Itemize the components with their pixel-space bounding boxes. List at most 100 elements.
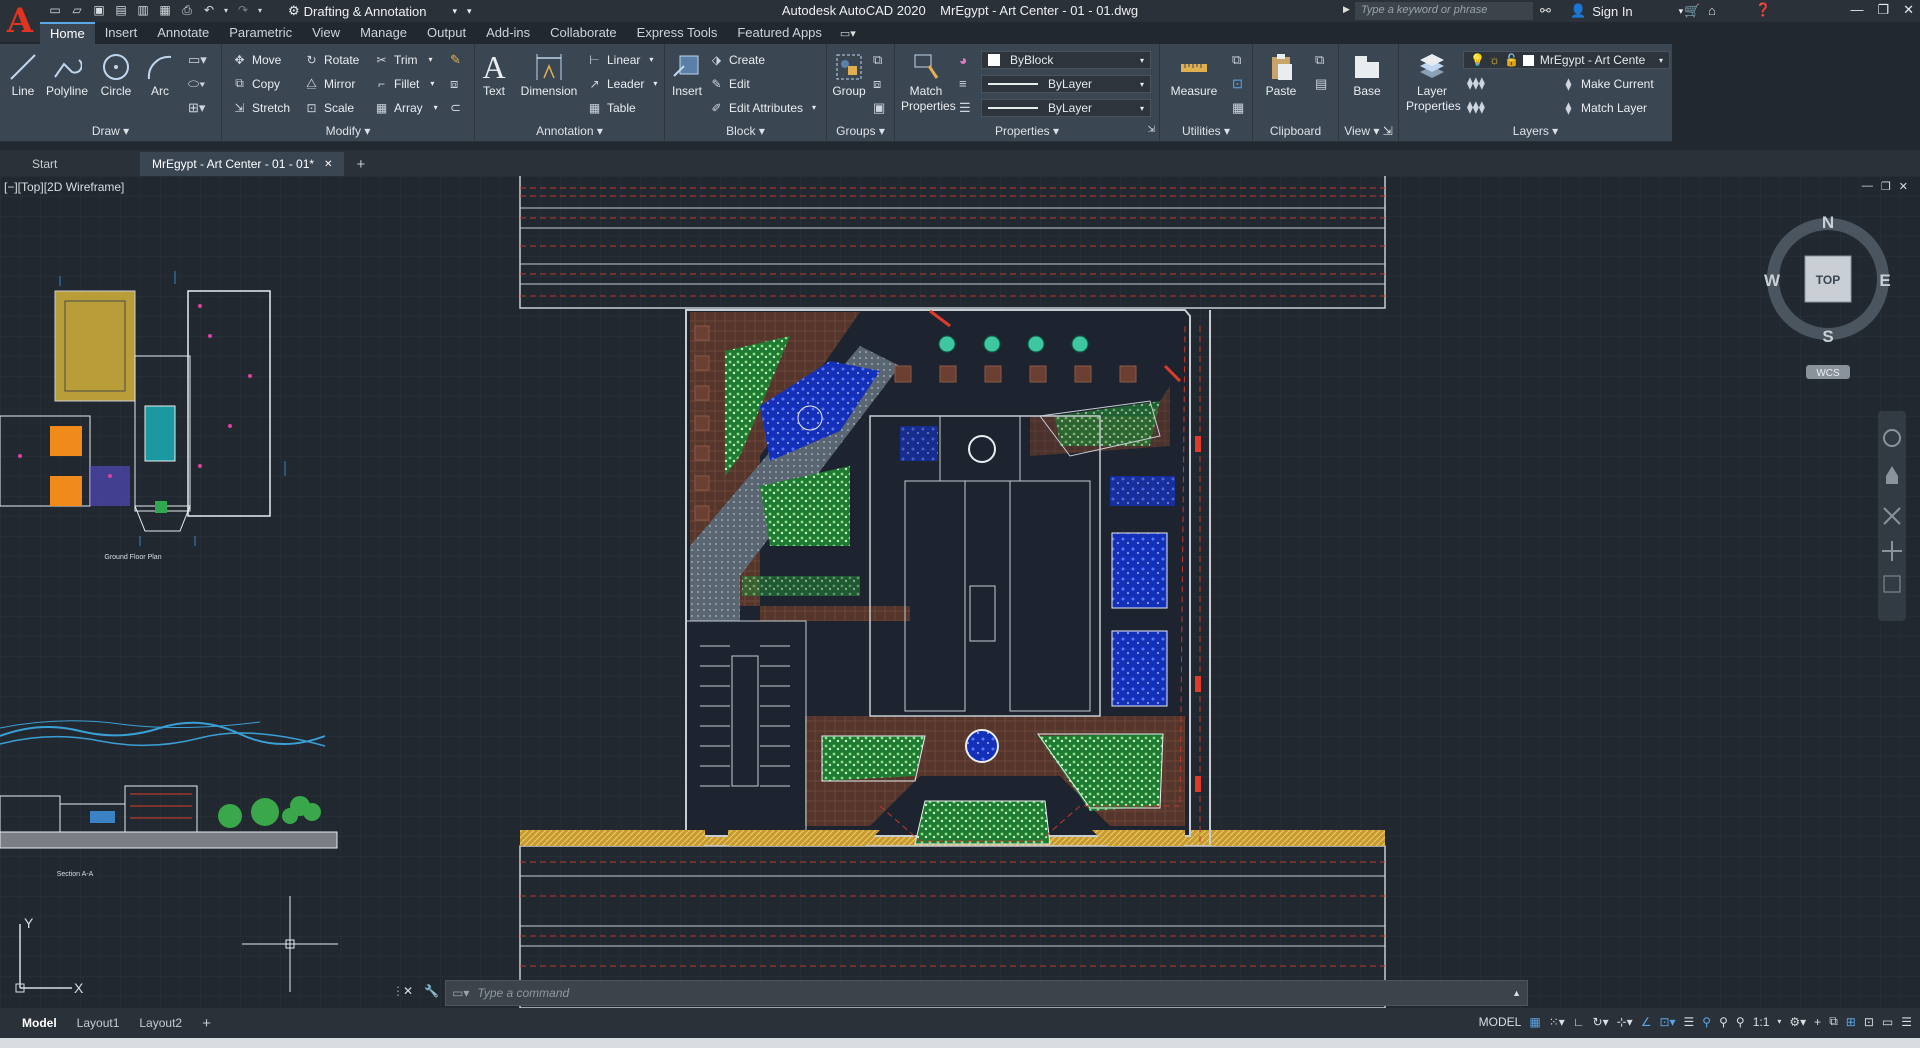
- linetype-dropdown[interactable]: ByLayer ▾: [981, 99, 1151, 117]
- paste-button[interactable]: Paste: [1259, 50, 1303, 98]
- lineweight-dropdown[interactable]: ByLayer ▾: [981, 75, 1151, 93]
- ribbon-toggle-icon[interactable]: ▭▾: [840, 27, 856, 40]
- tab-model[interactable]: Model: [12, 1012, 67, 1034]
- undo-icon[interactable]: ↶: [200, 2, 218, 18]
- ungroup-icon[interactable]: ⧉: [873, 52, 882, 68]
- workspace-gear-icon[interactable]: ⚙▾: [1789, 1015, 1806, 1029]
- tab-insert[interactable]: Insert: [95, 22, 148, 44]
- annotation-visibility-icon[interactable]: ⚲: [1702, 1015, 1711, 1029]
- compass-west[interactable]: W: [1764, 271, 1781, 290]
- color-dropdown[interactable]: ByBlock ▾: [981, 51, 1151, 69]
- layers-panel-title[interactable]: Layers ▾: [1399, 124, 1672, 140]
- close-icon[interactable]: ✕: [324, 159, 332, 170]
- text-button[interactable]: A Text: [479, 49, 509, 99]
- erase-icon[interactable]: ✎: [450, 52, 461, 68]
- mirror-button[interactable]: ⧋ Mirror: [304, 76, 355, 91]
- edit-block-button[interactable]: ✎ Edit: [709, 76, 749, 91]
- model-space-toggle[interactable]: MODEL: [1479, 1015, 1522, 1029]
- group-button[interactable]: Group: [829, 50, 869, 98]
- search-expand-icon[interactable]: ▶: [1343, 4, 1350, 15]
- annotation-monitor-icon[interactable]: +: [1814, 1015, 1821, 1029]
- command-line-input[interactable]: ▭▾ Type a command ▲: [445, 980, 1528, 1006]
- workspace-switcher[interactable]: ⚙ Drafting & Annotation ▾ ▾: [288, 2, 472, 20]
- select-all-icon[interactable]: ⊡: [1232, 76, 1243, 92]
- linear-button[interactable]: ⊢ Linear ▾: [587, 52, 653, 67]
- viewport-close-icon[interactable]: ✕: [1899, 180, 1908, 193]
- new-file-icon[interactable]: ▭: [46, 2, 64, 18]
- make-current-button[interactable]: ⧫ Make Current: [1561, 76, 1654, 91]
- binoculars-icon[interactable]: ⚯: [1540, 3, 1551, 19]
- open-web-icon[interactable]: ▥: [134, 2, 152, 18]
- tab-add-ins[interactable]: Add-ins: [476, 22, 540, 44]
- stretch-button[interactable]: ⇲ Stretch: [232, 100, 290, 115]
- compass-east[interactable]: E: [1879, 271, 1890, 290]
- layer-freeze-icon[interactable]: ⧫⧫⧫: [1467, 100, 1485, 114]
- command-history-icon[interactable]: ▲: [1512, 988, 1521, 998]
- boundary-icon[interactable]: ⊞▾: [188, 100, 205, 116]
- viewcube-top-face[interactable]: TOP: [1816, 273, 1840, 287]
- command-close-icon[interactable]: ✕: [403, 984, 413, 998]
- hatch-icon[interactable]: ⬭▾: [188, 76, 205, 92]
- modify-panel-title[interactable]: Modify ▾: [222, 124, 474, 140]
- utilities-panel-title[interactable]: Utilities ▾: [1160, 124, 1252, 140]
- customization-menu-icon[interactable]: ☰: [1901, 1015, 1912, 1029]
- base-view-button[interactable]: Base: [1347, 50, 1387, 98]
- command-prompt-icon[interactable]: ▭▾: [452, 986, 469, 1000]
- fillet-button[interactable]: ⌐ Fillet ▾: [374, 76, 434, 91]
- compass-south[interactable]: S: [1822, 327, 1833, 346]
- close-icon[interactable]: ✕: [1903, 2, 1914, 18]
- chevron-down-icon[interactable]: ▾: [1777, 1017, 1781, 1026]
- view-panel-title[interactable]: View ▾ ⇲: [1339, 124, 1398, 140]
- layer-properties-button[interactable]: Layer Properties: [1403, 50, 1461, 114]
- table-button[interactable]: ▦ Table: [587, 100, 636, 115]
- polyline-button[interactable]: Polyline: [42, 50, 92, 98]
- group-select-icon[interactable]: ▣: [873, 100, 885, 116]
- object-snap-icon[interactable]: ∠: [1641, 1015, 1652, 1029]
- search-input[interactable]: Type a keyword or phrase: [1355, 2, 1533, 20]
- tab-home[interactable]: Home: [40, 22, 95, 44]
- auto-scale-icon[interactable]: ⚲: [1719, 1015, 1728, 1029]
- snap-icon[interactable]: ⁙▾: [1549, 1015, 1565, 1029]
- save-icon[interactable]: ▣: [90, 2, 108, 18]
- viewport-controls-label[interactable]: [−][Top][2D Wireframe]: [4, 180, 124, 194]
- tab-start[interactable]: Start: [0, 152, 140, 176]
- redo-dropdown-icon[interactable]: ▾: [256, 2, 264, 18]
- tab-layout2[interactable]: Layout2: [129, 1012, 192, 1034]
- dimension-button[interactable]: Dimension: [521, 50, 577, 98]
- compass-north[interactable]: N: [1822, 213, 1834, 232]
- customize-qat-icon[interactable]: ▾: [467, 6, 472, 17]
- tab-express-tools[interactable]: Express Tools: [627, 22, 728, 44]
- cart-icon[interactable]: 🛒: [1684, 3, 1700, 19]
- cut-icon[interactable]: ▤: [1315, 76, 1327, 92]
- undo-dropdown-icon[interactable]: ▾: [222, 2, 230, 18]
- calculator-icon[interactable]: ▦: [1232, 100, 1244, 116]
- units-icon[interactable]: ⧉: [1829, 1014, 1838, 1029]
- add-layout-button[interactable]: +: [192, 1012, 221, 1034]
- match-properties-button[interactable]: Match Properties: [897, 50, 956, 114]
- circle-button[interactable]: Circle: [96, 50, 136, 98]
- signin-button[interactable]: 👤 Sign In ▾: [1570, 3, 1683, 19]
- tab-collaborate[interactable]: Collaborate: [540, 22, 627, 44]
- tab-layout1[interactable]: Layout1: [67, 1012, 130, 1034]
- copy-clip-icon[interactable]: ⧉: [1315, 52, 1324, 68]
- rotate-button[interactable]: ↻ Rotate: [304, 52, 359, 67]
- groups-panel-title[interactable]: Groups ▾: [827, 124, 894, 140]
- scale-button[interactable]: ⊡ Scale: [304, 100, 354, 115]
- measure-button[interactable]: Measure: [1166, 50, 1222, 98]
- offset-icon[interactable]: ⊂: [450, 100, 461, 116]
- annotation-scale-icon[interactable]: ⚲: [1736, 1015, 1745, 1029]
- restore-icon[interactable]: ❐: [1877, 2, 1889, 18]
- panel-launcher-icon[interactable]: ⇲: [1147, 124, 1155, 135]
- array-button[interactable]: ▦ Array ▾: [374, 100, 438, 115]
- viewport-minimize-icon[interactable]: —: [1862, 180, 1873, 193]
- block-panel-title[interactable]: Block ▾: [665, 124, 826, 140]
- clipboard-panel-title[interactable]: Clipboard: [1253, 124, 1338, 140]
- explode-icon[interactable]: ⧈: [450, 76, 458, 92]
- insert-button[interactable]: Insert: [667, 50, 707, 98]
- help-icon[interactable]: ❓: [1755, 2, 1771, 18]
- tab-view[interactable]: View: [302, 22, 350, 44]
- draw-panel-title[interactable]: Draw ▾: [0, 124, 221, 140]
- group-edit-icon[interactable]: ⧈: [873, 76, 881, 92]
- arc-button[interactable]: Arc: [142, 50, 178, 98]
- edit-attributes-button[interactable]: ✐ Edit Attributes ▾: [709, 100, 816, 115]
